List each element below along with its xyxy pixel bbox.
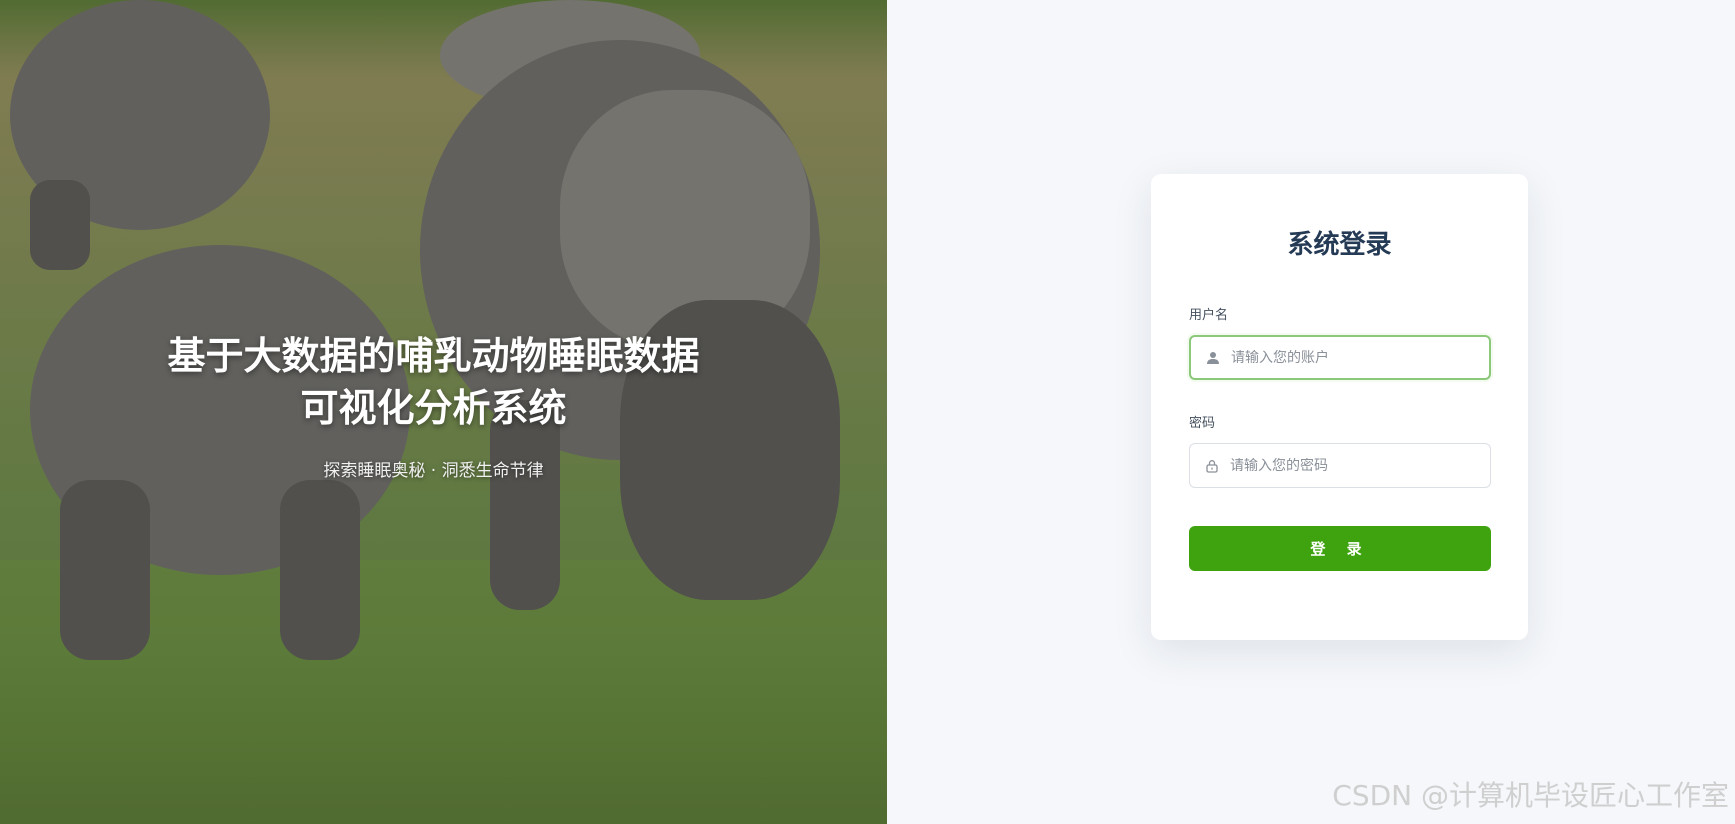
login-card: 系统登录 用户名 密码 登 录 xyxy=(1151,174,1528,640)
hero-subtitle: 探索睡眠奥秘 · 洞悉生命节律 xyxy=(323,461,544,481)
hero-title-line-2: 可视化分析系统 xyxy=(300,386,567,430)
password-label: 密码 xyxy=(1189,416,1216,431)
password-field[interactable] xyxy=(1189,443,1491,488)
username-label: 用户名 xyxy=(1189,308,1229,323)
username-input[interactable] xyxy=(1231,349,1481,366)
hero-text-block: 基于大数据的哺乳动物睡眠数据 可视化分析系统 探索睡眠奥秘 · 洞悉生命节律 xyxy=(0,330,867,481)
login-button[interactable]: 登 录 xyxy=(1189,526,1491,571)
user-icon xyxy=(1205,350,1221,366)
watermark: CSDN @计算机毕设匠心工作室 xyxy=(1332,779,1729,812)
lock-icon xyxy=(1204,458,1220,474)
login-title: 系统登录 xyxy=(1287,230,1392,260)
hero-title: 基于大数据的哺乳动物睡眠数据 可视化分析系统 xyxy=(0,330,867,434)
hero-panel: 基于大数据的哺乳动物睡眠数据 可视化分析系统 探索睡眠奥秘 · 洞悉生命节律 xyxy=(0,0,887,824)
password-input[interactable] xyxy=(1230,457,1480,474)
username-field[interactable] xyxy=(1189,335,1491,380)
hero-title-line-1: 基于大数据的哺乳动物睡眠数据 xyxy=(167,334,700,378)
